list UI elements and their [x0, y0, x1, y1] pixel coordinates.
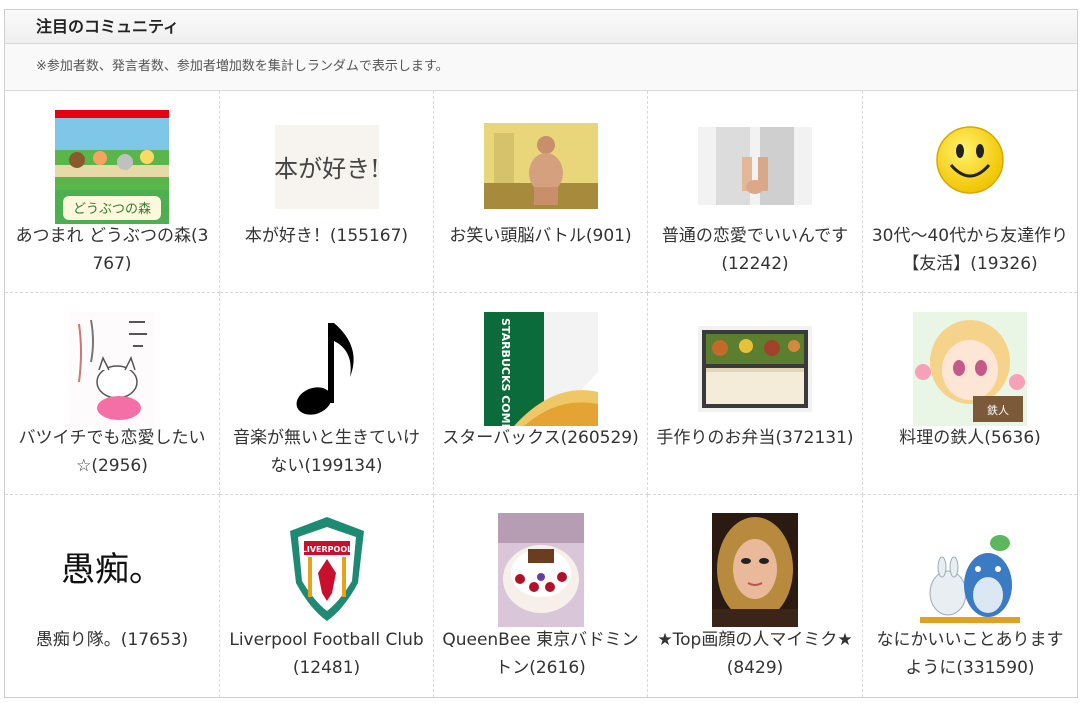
section-note: ※参加者数、発言者数、参加者増加数を集計しランダムで表示します。 [5, 44, 1077, 91]
community-name[interactable]: スターバックス(260529) [440, 424, 641, 452]
community-card[interactable]: お笑い頭脳バトル(901) [434, 91, 648, 293]
smiley-face-icon[interactable] [935, 125, 1005, 195]
community-name[interactable]: 音楽が無いと生きていけない(199134) [226, 424, 427, 480]
community-card[interactable]: 普通の恋愛でいいんです(12242) [648, 91, 863, 293]
bento-box-icon[interactable] [698, 326, 812, 412]
anime-girl-icon[interactable]: 鉄人 [913, 312, 1027, 426]
svg-text:本が好き!: 本が好き! [275, 155, 379, 183]
community-card[interactable]: なにかいいことありますように(331590) [863, 495, 1077, 697]
community-name[interactable]: バツイチでも恋愛したい☆(2956) [11, 424, 213, 480]
holding-hands-photo-icon[interactable] [698, 127, 812, 205]
svg-text:鉄人: 鉄人 [987, 403, 1009, 417]
community-card[interactable]: ★Top画顔の人マイミク★(8429) [648, 495, 863, 697]
community-name[interactable]: 30代〜40代から友達作り【友活】(19326) [869, 222, 1071, 278]
community-card[interactable]: 30代〜40代から友達作り【友活】(19326) [863, 91, 1077, 293]
community-card[interactable]: STARBUCKS COMMUNITY スターバックス(260529) [434, 293, 648, 495]
community-name[interactable]: なにかいいことありますように(331590) [869, 626, 1071, 682]
svg-text:STARBUCKS COMMUNITY: STARBUCKS COMMUNITY [499, 318, 512, 426]
liverpool-crest-icon[interactable]: LIVERPOOL [283, 513, 370, 627]
community-card[interactable]: 鉄人 料理の鉄人(5636) [863, 293, 1077, 495]
community-name[interactable]: お笑い頭脳バトル(901) [440, 222, 641, 250]
community-name[interactable]: 手作りのお弁当(372131) [654, 424, 856, 452]
cake-photo-icon[interactable] [497, 513, 584, 627]
community-grid: どうぶつの森 あつまれ どうぶつの森(3767) 本が好き! 本が好き！(155… [5, 91, 1077, 697]
music-note-icon[interactable] [291, 317, 362, 421]
person-photo-icon[interactable] [483, 123, 598, 209]
community-name[interactable]: ★Top画顔の人マイミク★(8429) [654, 626, 856, 682]
community-name[interactable]: 普通の恋愛でいいんです(12242) [654, 222, 856, 278]
community-name[interactable]: 愚痴り隊。(17653) [11, 626, 213, 654]
community-name[interactable]: 料理の鉄人(5636) [869, 424, 1071, 452]
community-name[interactable]: あつまれ どうぶつの森(3767) [11, 222, 213, 278]
animal-crossing-cover-icon[interactable]: どうぶつの森 [55, 110, 169, 224]
featured-communities-panel: 注目のコミュニティ ※参加者数、発言者数、参加者増加数を集計しランダムで表示しま… [4, 9, 1078, 698]
community-card[interactable]: QueenBee 東京バドミントン(2616) [434, 495, 648, 697]
totoro-icon[interactable] [920, 533, 1020, 625]
community-card[interactable]: バツイチでも恋愛したい☆(2956) [5, 293, 220, 495]
svg-text:愚痴。: 愚痴。 [61, 550, 163, 590]
community-name[interactable]: QueenBee 東京バドミントン(2616) [440, 626, 641, 682]
community-card[interactable]: 愚痴。 愚痴り隊。(17653) [5, 495, 220, 697]
portrait-photo-icon[interactable] [712, 513, 798, 627]
calligraphy-text-icon[interactable]: 愚痴。 [57, 535, 167, 605]
community-card[interactable]: LIVERPOOL Liverpool Football Club(12481) [220, 495, 434, 697]
community-name[interactable]: 本が好き！(155167) [226, 222, 427, 250]
cat-drawing-icon[interactable] [69, 312, 155, 426]
community-name[interactable]: Liverpool Football Club(12481) [226, 626, 427, 682]
svg-text:LIVERPOOL: LIVERPOOL [301, 545, 351, 554]
starbucks-cup-icon[interactable]: STARBUCKS COMMUNITY [483, 312, 598, 426]
handwritten-text-icon[interactable]: 本が好き! [274, 125, 379, 209]
community-card[interactable]: 手作りのお弁当(372131) [648, 293, 863, 495]
community-card[interactable]: どうぶつの森 あつまれ どうぶつの森(3767) [5, 91, 220, 293]
community-card[interactable]: 本が好き! 本が好き！(155167) [220, 91, 434, 293]
section-title: 注目のコミュニティ [5, 10, 1077, 44]
community-card[interactable]: 音楽が無いと生きていけない(199134) [220, 293, 434, 495]
svg-text:どうぶつの森: どうぶつの森 [73, 202, 151, 217]
